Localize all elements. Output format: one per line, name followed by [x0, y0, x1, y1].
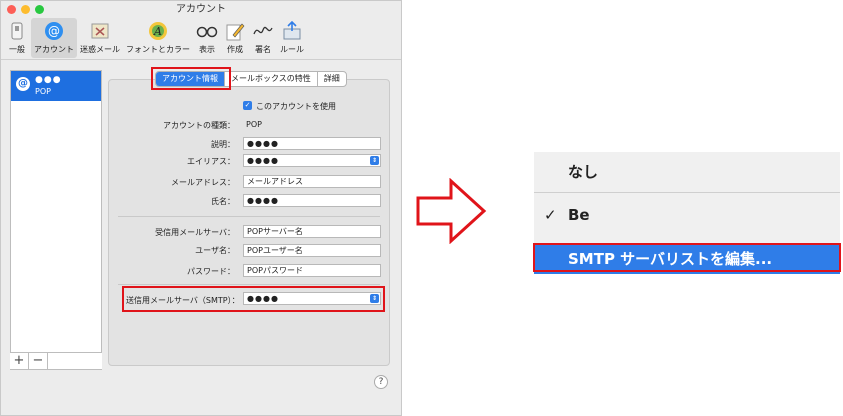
email-label: メールアドレス：: [171, 178, 235, 187]
menu-item-be[interactable]: ✓ Be: [534, 200, 840, 230]
font-color-icon: A: [147, 21, 169, 41]
glasses-icon: [196, 21, 218, 41]
full-name-field[interactable]: ●●●●: [243, 194, 381, 207]
menu-item-be-label: Be: [568, 206, 590, 224]
svg-text:A: A: [153, 25, 162, 38]
account-list-item[interactable]: @ ●●● POP: [11, 71, 101, 101]
alias-label: エイリアス：: [187, 157, 235, 166]
accounts-list: @ ●●● POP: [10, 70, 102, 370]
pencil-icon: [224, 21, 246, 41]
switch-icon: [6, 21, 28, 41]
toolbar-signatures-label: 署名: [255, 45, 271, 54]
toolbar-fonts-colors[interactable]: A フォントとカラー: [123, 18, 193, 58]
highlight-box-smtp: [122, 286, 385, 312]
toolbar-viewing[interactable]: 表示: [193, 18, 221, 58]
right-arrow-icon: [415, 177, 487, 247]
toolbar-accounts[interactable]: @ アカウント: [31, 18, 77, 58]
section-divider: [118, 216, 380, 217]
toolbar-junk-mail[interactable]: 迷惑メール: [77, 18, 123, 58]
accounts-list-footer: + −: [10, 352, 102, 369]
toolbar-viewing-label: 表示: [199, 45, 215, 54]
enable-account-label: このアカウントを使用: [256, 102, 336, 111]
enable-account-checkbox[interactable]: ✓: [243, 101, 252, 110]
signature-icon: [252, 21, 274, 41]
toolbar-rules-label: ルール: [280, 45, 304, 54]
account-name: ●●●: [35, 75, 62, 85]
svg-text:@: @: [48, 24, 60, 38]
toolbar-signatures[interactable]: 署名: [249, 18, 277, 58]
toolbar-general[interactable]: 一般: [3, 18, 31, 58]
chevron-updown-icon: ⇕: [370, 156, 379, 165]
toolbar-rules[interactable]: ルール: [277, 18, 307, 58]
checkmark-icon: ✓: [544, 206, 557, 224]
rules-icon: [281, 21, 303, 41]
username-field[interactable]: POPユーザー名: [243, 244, 381, 257]
account-type: POP: [35, 87, 51, 96]
password-label: パスワード：: [187, 267, 235, 276]
full-name-label: 氏名：: [211, 197, 235, 206]
email-field[interactable]: メールアドレス: [243, 175, 381, 188]
username-label: ユーザ名：: [195, 246, 235, 255]
menu-item-none-label: なし: [568, 163, 599, 181]
at-icon: @: [43, 21, 65, 41]
highlight-box-tab: [151, 67, 231, 90]
toolbar-composing[interactable]: 作成: [221, 18, 249, 58]
password-field[interactable]: POPパスワード: [243, 264, 381, 277]
junk-mail-icon: [89, 21, 111, 41]
toolbar-fonts-colors-label: フォントとカラー: [126, 45, 190, 54]
remove-account-button[interactable]: −: [29, 353, 48, 369]
menu-item-none[interactable]: なし: [534, 157, 840, 187]
incoming-server-label: 受信用メールサーバ：: [155, 228, 235, 237]
account-type-value: POP: [246, 120, 262, 129]
tab-mailbox-behaviors[interactable]: メールボックスの特性: [225, 72, 318, 86]
minimize-window-button[interactable]: [21, 5, 30, 14]
description-field[interactable]: ●●●●: [243, 137, 381, 150]
toolbar-general-label: 一般: [9, 45, 25, 54]
tab-advanced[interactable]: 詳細: [318, 72, 346, 86]
account-type-label: アカウントの種類：: [163, 121, 235, 130]
menu-separator: [534, 192, 840, 193]
traffic-lights: [7, 5, 44, 14]
alias-value: ●●●●: [247, 156, 279, 165]
add-account-button[interactable]: +: [10, 353, 29, 369]
at-icon: @: [16, 77, 30, 91]
close-window-button[interactable]: [7, 5, 16, 14]
help-button[interactable]: ?: [374, 375, 388, 389]
highlight-box-menu-item: [533, 243, 841, 272]
section-divider-2: [118, 284, 380, 285]
window-title: アカウント: [176, 4, 226, 15]
toolbar-composing-label: 作成: [227, 45, 243, 54]
toolbar-junk-mail-label: 迷惑メール: [80, 45, 120, 54]
preferences-toolbar: 一般 @ アカウント 迷惑メール A フォントとカラー 表示 作成 署名 ルール: [1, 18, 401, 60]
incoming-server-field[interactable]: POPサーバー名: [243, 225, 381, 238]
description-label: 説明：: [211, 140, 235, 149]
zoom-window-button[interactable]: [35, 5, 44, 14]
toolbar-accounts-label: アカウント: [34, 45, 74, 54]
alias-popup[interactable]: ●●●● ⇕: [243, 154, 381, 167]
